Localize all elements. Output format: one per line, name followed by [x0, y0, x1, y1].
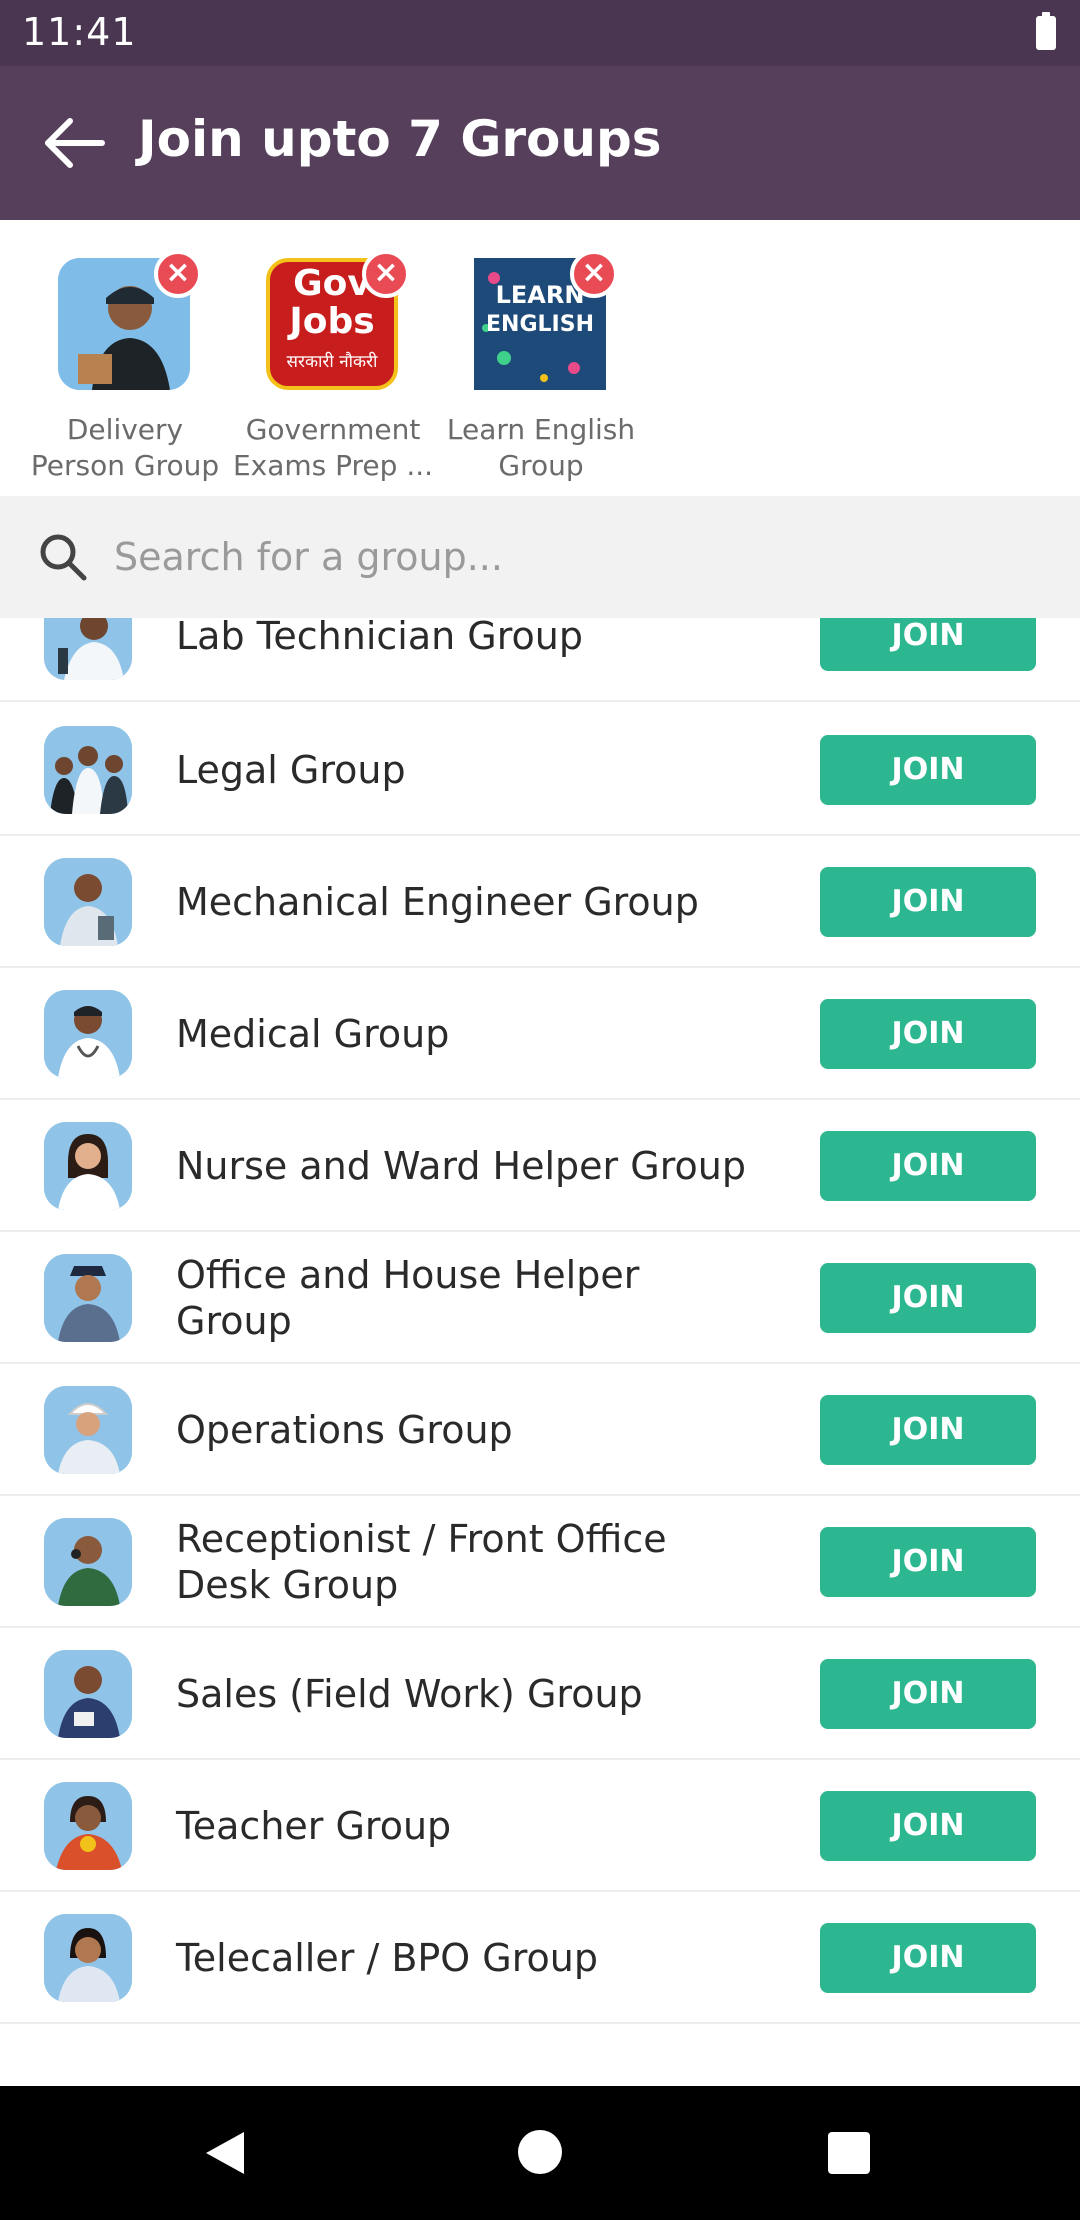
search-input[interactable] — [114, 526, 1014, 588]
group-avatar-icon — [44, 1386, 132, 1474]
group-name: Legal Group — [176, 748, 406, 792]
group-name: Teacher Group — [176, 1804, 452, 1848]
list-item[interactable]: Operations Group JOIN — [0, 1364, 1080, 1496]
group-avatar-icon — [44, 1518, 132, 1606]
group-avatar-icon — [44, 990, 132, 1078]
nav-home-icon[interactable] — [518, 2130, 562, 2174]
selected-group-delivery[interactable]: × Delivery Person Group — [20, 220, 220, 496]
selected-group-government-exams[interactable]: Gov Jobs सरकारी नौकरी × Government Exams… — [228, 220, 433, 496]
join-button[interactable]: JOIN — [820, 1659, 1036, 1729]
battery-icon — [1036, 12, 1056, 50]
list-item[interactable]: Receptionist / Front Office Desk Group J… — [0, 1496, 1080, 1628]
join-button[interactable]: JOIN — [820, 1263, 1036, 1333]
selected-group-label: Delivery Person Group — [30, 413, 220, 482]
status-bar: 11:41 — [0, 0, 1080, 66]
search-bar — [0, 496, 1080, 618]
list-item[interactable]: Medical Group JOIN — [0, 968, 1080, 1100]
selected-group-label: Learn English Group — [446, 413, 636, 482]
list-item[interactable]: Nurse and Ward Helper Group JOIN — [0, 1100, 1080, 1232]
remove-selected-icon[interactable]: × — [154, 250, 202, 298]
group-avatar-icon — [44, 858, 132, 946]
remove-selected-icon[interactable]: × — [362, 250, 410, 298]
list-item[interactable]: Mechanical Engineer Group JOIN — [0, 836, 1080, 968]
group-name: Lab Technician Group — [176, 618, 583, 658]
join-button[interactable]: JOIN — [820, 1923, 1036, 1993]
selected-groups-strip: × Delivery Person Group Gov Jobs सरकारी … — [0, 220, 1080, 496]
join-button[interactable]: JOIN — [820, 1395, 1036, 1465]
list-item[interactable]: Legal Group JOIN — [0, 704, 1080, 836]
group-name: Office and House Helper Group — [176, 1253, 640, 1343]
join-button[interactable]: JOIN — [820, 1527, 1036, 1597]
group-avatar-icon — [44, 1782, 132, 1870]
gov-banner-line3: सरकारी नौकरी — [286, 352, 378, 372]
group-name: Mechanical Engineer Group — [176, 880, 699, 924]
list-item[interactable]: Sales (Field Work) Group JOIN — [0, 1628, 1080, 1760]
group-avatar-icon — [44, 1914, 132, 2002]
list-item[interactable]: Lab Technician Group JOIN — [0, 618, 1080, 702]
selected-group-learn-english[interactable]: LEARN ENGLISH × Learn English Group — [436, 220, 636, 496]
group-avatar-icon — [44, 1650, 132, 1738]
join-button[interactable]: JOIN — [820, 618, 1036, 671]
list-item[interactable]: Office and House Helper Group JOIN — [0, 1232, 1080, 1364]
group-name: Receptionist / Front Office Desk Group — [176, 1517, 667, 1607]
page-title: Join upto 7 Groups — [138, 110, 662, 168]
group-name: Medical Group — [176, 1012, 450, 1056]
group-avatar-icon — [44, 1122, 132, 1210]
join-button[interactable]: JOIN — [820, 735, 1036, 805]
join-button[interactable]: JOIN — [820, 1131, 1036, 1201]
gov-banner-line2: Jobs — [289, 301, 375, 342]
nav-recents-icon[interactable] — [828, 2132, 870, 2174]
group-avatar-icon — [44, 618, 132, 680]
search-icon — [40, 534, 87, 581]
group-name: Nurse and Ward Helper Group — [176, 1144, 746, 1188]
join-button[interactable]: JOIN — [820, 999, 1036, 1069]
selected-group-label: Government Exams Prep ... — [232, 413, 434, 482]
english-banner-line2: ENGLISH — [486, 312, 594, 337]
list-item[interactable]: Telecaller / BPO Group JOIN — [0, 1892, 1080, 2024]
join-button[interactable]: JOIN — [820, 1791, 1036, 1861]
group-avatar-icon — [44, 726, 132, 814]
remove-selected-icon[interactable]: × — [570, 250, 618, 298]
system-nav-bar — [0, 2086, 1080, 2220]
app-bar: Join upto 7 Groups — [0, 66, 1080, 220]
join-button[interactable]: JOIN — [820, 867, 1036, 937]
group-name: Telecaller / BPO Group — [176, 1936, 598, 1980]
nav-back-icon[interactable] — [200, 2128, 250, 2178]
group-name: Operations Group — [176, 1408, 513, 1452]
list-item[interactable]: Teacher Group JOIN — [0, 1760, 1080, 1892]
back-arrow-icon[interactable] — [40, 111, 110, 175]
group-name: Sales (Field Work) Group — [176, 1672, 643, 1716]
group-list: Lab Technician Group JOIN Legal Group JO… — [0, 618, 1080, 2086]
status-time: 11:41 — [22, 10, 137, 54]
group-avatar-icon — [44, 1254, 132, 1342]
